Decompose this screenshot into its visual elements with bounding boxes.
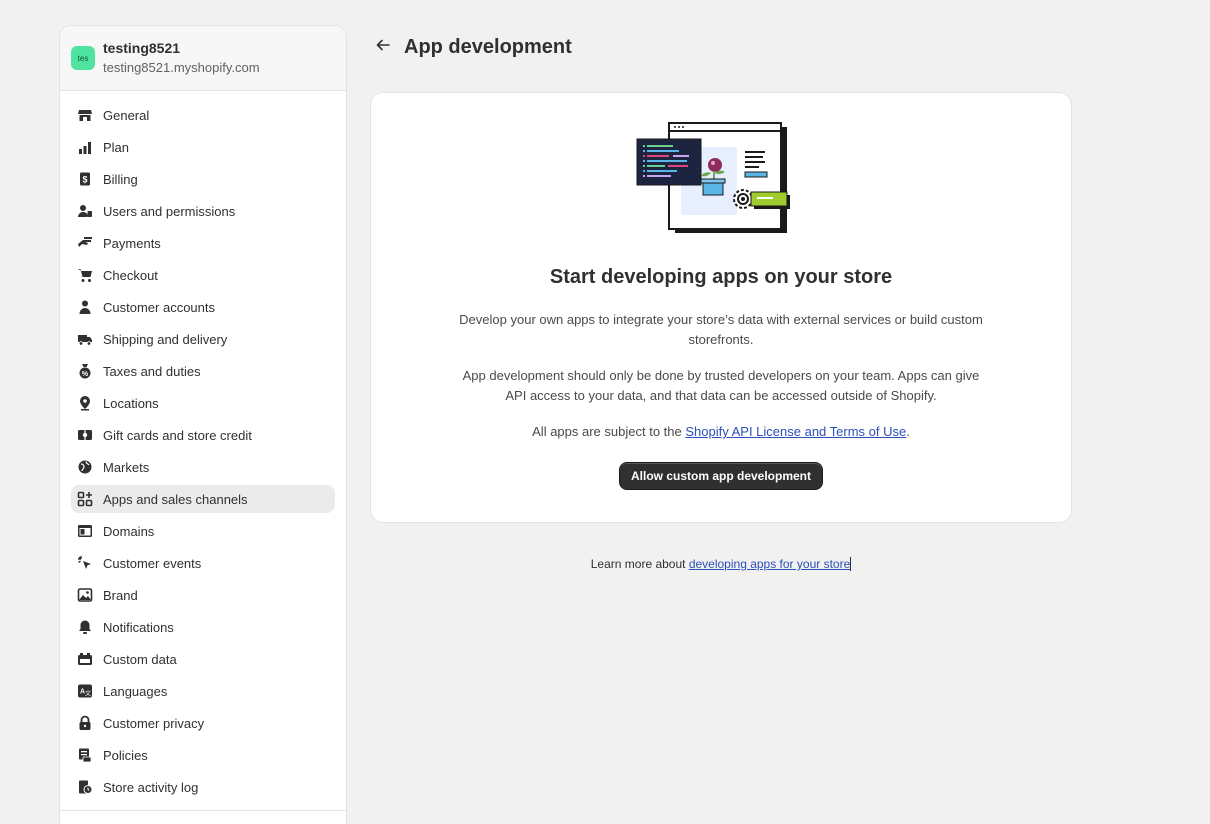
app-development-illustration [633, 121, 795, 235]
sidebar-item-markets[interactable]: Markets [71, 453, 335, 481]
developing-apps-link[interactable]: developing apps for your store [689, 557, 850, 571]
settings-nav: General Plan $ Billing Users and permiss… [60, 91, 346, 801]
location-icon [77, 395, 93, 411]
sidebar-item-label: Plan [103, 139, 130, 155]
sidebar-item-customer-privacy[interactable]: Customer privacy [71, 709, 335, 737]
sidebar-item-policies[interactable]: Policies [71, 741, 335, 769]
store-domain: testing8521.myshopify.com [103, 60, 260, 75]
users-icon [77, 203, 93, 219]
card-heading: Start developing apps on your store [549, 266, 893, 288]
sidebar-item-notifications[interactable]: Notifications [71, 613, 335, 641]
sidebar-item-label: Store activity log [103, 779, 199, 795]
sidebar-item-label: General [103, 107, 150, 123]
sidebar-item-shipping[interactable]: Shipping and delivery [71, 325, 335, 353]
learn-more-prefix: Learn more about [590, 557, 689, 571]
svg-text:%: % [82, 371, 89, 378]
sidebar-item-customer-accounts[interactable]: Customer accounts [71, 293, 335, 321]
sidebar-item-label: Policies [103, 747, 148, 763]
sidebar-item-apps-and-sales-channels[interactable]: Apps and sales channels [71, 485, 335, 513]
sidebar-item-plan[interactable]: Plan [71, 133, 335, 161]
sidebar-item-brand[interactable]: Brand [71, 581, 335, 609]
store-icon [77, 107, 93, 123]
page-header: App development [375, 34, 572, 60]
apps-icon [77, 491, 93, 507]
learn-more-footer: Learn more about developing apps for you… [371, 557, 1071, 571]
settings-sidebar: tes testing8521 testing8521.myshopify.co… [59, 25, 347, 824]
cart-icon [77, 267, 93, 283]
sidebar-item-label: Markets [103, 459, 150, 475]
sidebar-item-general[interactable]: General [71, 101, 335, 129]
plan-icon [77, 139, 93, 155]
sidebar-item-gift-cards[interactable]: Gift cards and store credit [71, 421, 335, 449]
sidebar-item-label: Payments [103, 235, 161, 251]
globe-icon [77, 459, 93, 475]
sidebar-item-billing[interactable]: $ Billing [71, 165, 335, 193]
sidebar-item-locations[interactable]: Locations [71, 389, 335, 417]
sidebar-item-label: Customer accounts [103, 299, 215, 315]
sidebar-item-label: Locations [103, 395, 159, 411]
gift-card-icon [77, 427, 93, 443]
app-development-card: Start developing apps on your store Deve… [371, 93, 1071, 522]
person-icon [77, 299, 93, 315]
arrow-left-icon [375, 37, 391, 58]
store-switcher[interactable]: tes testing8521 testing8521.myshopify.co… [60, 26, 346, 91]
terms-suffix: . [906, 424, 910, 439]
cursor-icon [77, 555, 93, 571]
svg-text:文: 文 [85, 690, 91, 698]
custom-data-icon [77, 651, 93, 667]
store-name: testing8521 [103, 40, 181, 56]
sidebar-item-label: Apps and sales channels [103, 491, 248, 507]
card-terms: All apps are subject to the Shopify API … [451, 422, 991, 442]
store-avatar: tes [71, 46, 95, 70]
policy-icon [77, 747, 93, 763]
sidebar-item-label: Billing [103, 171, 138, 187]
allow-custom-app-development-button[interactable]: Allow custom app development [619, 462, 823, 490]
lock-icon [77, 715, 93, 731]
text-cursor [850, 557, 852, 571]
truck-icon [77, 331, 93, 347]
terms-prefix: All apps are subject to the [532, 424, 686, 439]
sidebar-item-label: Taxes and duties [103, 363, 201, 379]
sidebar-item-label: Custom data [103, 651, 177, 667]
svg-text:$: $ [82, 175, 87, 185]
bell-icon [77, 619, 93, 635]
sidebar-item-label: Domains [103, 523, 155, 539]
sidebar-item-label: Languages [103, 683, 168, 699]
sidebar-divider [60, 810, 346, 811]
sidebar-item-label: Checkout [103, 267, 158, 283]
back-button[interactable] [375, 34, 395, 60]
sidebar-item-label: Users and permissions [103, 203, 236, 219]
sidebar-item-label: Notifications [103, 619, 174, 635]
sidebar-item-checkout[interactable]: Checkout [71, 261, 335, 289]
sidebar-item-label: Shipping and delivery [103, 331, 228, 347]
payments-icon [77, 235, 93, 251]
sidebar-item-customer-events[interactable]: Customer events [71, 549, 335, 577]
sidebar-item-users[interactable]: Users and permissions [71, 197, 335, 225]
sidebar-item-taxes[interactable]: % Taxes and duties [71, 357, 335, 385]
domain-icon [77, 523, 93, 539]
tax-icon: % [77, 363, 93, 379]
sidebar-item-label: Brand [103, 587, 138, 603]
page-title: App development [404, 35, 572, 58]
sidebar-item-domains[interactable]: Domains [71, 517, 335, 545]
api-license-link[interactable]: Shopify API License and Terms of Use [685, 424, 906, 439]
sidebar-item-label: Customer privacy [103, 715, 205, 731]
sidebar-item-store-activity-log[interactable]: Store activity log [71, 773, 335, 801]
billing-icon: $ [77, 171, 93, 187]
sidebar-item-languages[interactable]: A文 Languages [71, 677, 335, 705]
sidebar-item-custom-data[interactable]: Custom data [71, 645, 335, 673]
card-warning: App development should only be done by t… [462, 368, 980, 403]
language-icon: A文 [77, 683, 93, 699]
card-description: Develop your own apps to integrate your … [459, 312, 983, 347]
activity-log-icon [77, 779, 93, 795]
brand-icon [77, 587, 93, 603]
sidebar-item-label: Customer events [103, 555, 202, 571]
sidebar-item-label: Gift cards and store credit [103, 427, 252, 443]
sidebar-item-payments[interactable]: Payments [71, 229, 335, 257]
